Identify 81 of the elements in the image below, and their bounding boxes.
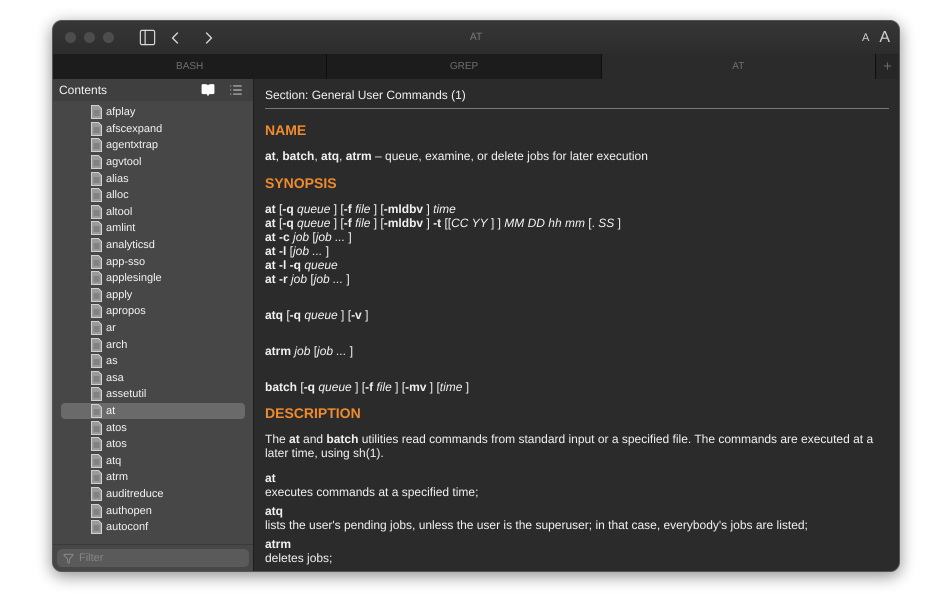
sidebar-item[interactable]: ar [61, 320, 245, 336]
sidebar-item[interactable]: applesingle [61, 270, 245, 287]
document-icon [91, 304, 102, 318]
document-icon [91, 271, 102, 286]
larger-text-button[interactable]: A [878, 28, 891, 46]
sidebar-item[interactable]: atos [61, 419, 245, 436]
document-icon [91, 238, 102, 252]
document-icon [91, 288, 102, 302]
sidebar-item[interactable]: arch [61, 336, 245, 353]
document-icon [91, 105, 102, 120]
sidebar-item[interactable]: asa [61, 370, 245, 386]
document-icon [91, 254, 102, 269]
sidebar-toggle-icon[interactable] [138, 28, 157, 47]
book-icon[interactable] [201, 83, 215, 97]
sidebar-item[interactable]: autoconf [61, 518, 245, 536]
document-icon [91, 370, 102, 385]
smaller-text-button[interactable]: A [860, 32, 870, 44]
document-icon [91, 321, 102, 336]
synopsis-line: at [-q queue ] [-f file ] [-mldbv ] time [265, 202, 457, 216]
command-usage: atrm job [job ... ] [265, 344, 354, 358]
sidebar-item[interactable]: authopen [61, 502, 245, 519]
document-icon [91, 486, 102, 501]
sidebar-item[interactable]: atos [61, 436, 245, 452]
document-icon [91, 504, 102, 518]
term: at [265, 472, 277, 485]
sidebar-item[interactable]: analyticsd [61, 236, 245, 254]
sidebar-item[interactable]: atrm [61, 469, 245, 486]
list-icon[interactable] [229, 83, 243, 97]
document-icon [91, 404, 102, 418]
section-heading: SYNOPSIS [265, 175, 338, 191]
document-icon [91, 188, 102, 202]
sidebar-item[interactable]: alias [61, 170, 245, 187]
sidebar-item[interactable]: as [61, 352, 245, 370]
document-icon [91, 172, 102, 186]
sidebar-item[interactable]: altool [61, 204, 245, 220]
sidebar-item[interactable]: apply [61, 286, 245, 304]
filter-icon [63, 553, 74, 564]
document-icon [91, 122, 102, 136]
term-description: deletes jobs; [265, 551, 334, 565]
sidebar-item[interactable]: alloc [61, 186, 245, 204]
document-icon [91, 338, 102, 352]
synopsis-line: at -l -q queue [265, 258, 339, 272]
section-heading: DESCRIPTION [265, 405, 362, 421]
document-icon [91, 354, 102, 368]
term: atq [265, 505, 284, 518]
document-icon [91, 437, 102, 452]
document-icon [91, 387, 102, 402]
document-icon [91, 155, 102, 170]
term: atrm [265, 538, 292, 551]
paragraph: The at and batch utilities read commands from standard input or a specified file. The commands are executed at a later time, using sh(1). [265, 432, 874, 460]
term-description: lists the user's pending jobs, unless the user is the superuser; in that case, everybody's jobs are listed; [265, 518, 809, 532]
sidebar-item[interactable]: afscexpand [61, 120, 245, 138]
sidebar-item[interactable]: at [61, 402, 245, 420]
sidebar-item[interactable]: assetutil [61, 386, 245, 403]
document-icon [91, 470, 102, 484]
sidebar-item[interactable]: atq [61, 452, 245, 470]
command-usage: atq [-q queue ] [-v ] [265, 308, 370, 322]
term-description: executes commands at a specified time; [265, 485, 480, 499]
synopsis-line: at -c job [job ... ] [265, 230, 353, 244]
sidebar-item[interactable]: app-sso [61, 253, 245, 270]
sidebar-item[interactable]: afplay [61, 104, 245, 121]
synopsis-line: at [-q queue ] [-f file ] [-mldbv ] -t [[CC YY ] ] MM DD hh mm [. SS ] [265, 216, 622, 230]
synopsis-line: at -l [job ... ] [265, 244, 330, 258]
sidebar-item[interactable]: agvtool [61, 154, 245, 170]
document-icon [91, 204, 102, 219]
sidebar-title: Contents [59, 83, 108, 97]
document-icon [91, 454, 102, 468]
command-usage: batch [-q queue ] [-f file ] [-mv ] [time ] [265, 380, 470, 394]
document-icon [91, 138, 102, 152]
synopsis-line: at -r job [job ... ] [265, 272, 351, 286]
document-icon [91, 420, 102, 435]
document-icon [91, 221, 102, 236]
window-title: AT [470, 32, 482, 43]
sidebar-item[interactable]: agentxtrap [61, 137, 245, 154]
sidebar-item[interactable]: apropos [61, 303, 245, 320]
section-heading: NAME [265, 122, 308, 138]
sidebar-item[interactable]: amlint [61, 220, 245, 237]
sidebar-item[interactable]: auditreduce [61, 486, 245, 502]
document-icon [91, 520, 102, 534]
paragraph: at, batch, atq, atrm – queue, examine, or delete jobs for later execution [265, 149, 649, 163]
section-label: Section: General User Commands (1) [265, 88, 889, 109]
